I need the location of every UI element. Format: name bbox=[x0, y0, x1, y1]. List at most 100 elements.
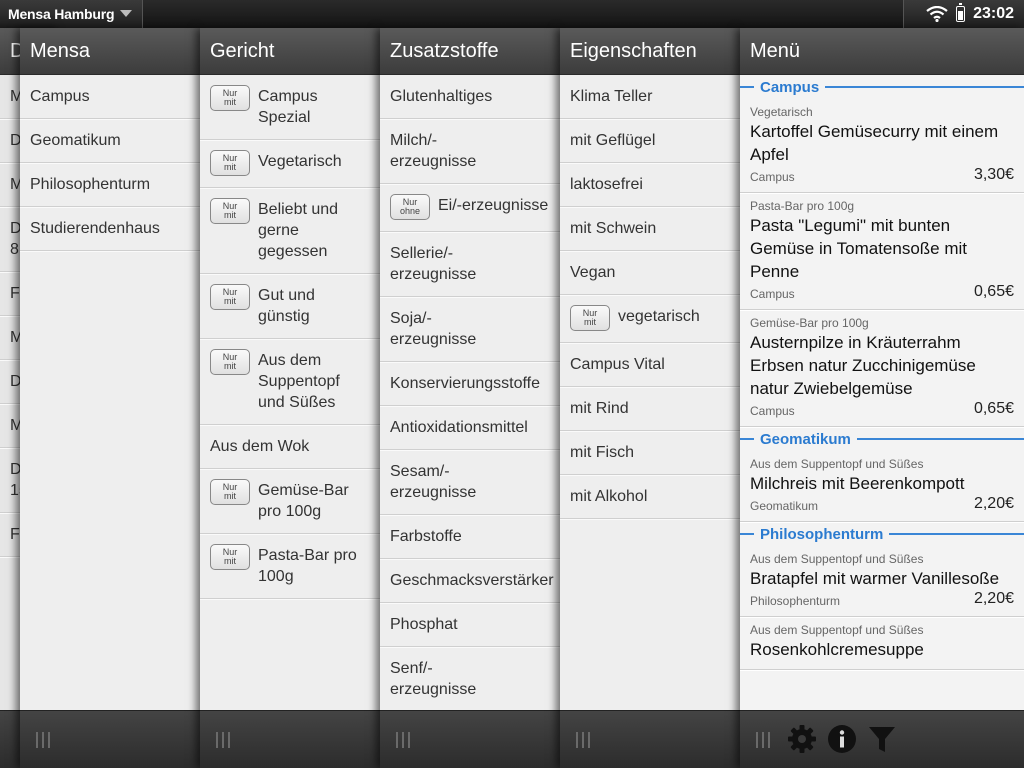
zusatzstoffe-item[interactable]: Sesam/- erzeugnisse bbox=[380, 450, 560, 515]
dish-item[interactable]: Aus dem Suppentopf und Süßes Milchreis mi… bbox=[740, 451, 1024, 522]
filter-badge[interactable]: Nur mit bbox=[570, 305, 610, 331]
zusatzstoffe-title: Zusatzstoffe bbox=[390, 39, 499, 62]
filter-badge[interactable]: Nur mit bbox=[210, 85, 250, 111]
eigenschaften-item-label: mit Fisch bbox=[570, 444, 634, 461]
badge-line: mit bbox=[224, 361, 236, 371]
drag-grip-icon[interactable] bbox=[396, 732, 414, 748]
system-status[interactable]: 23:02 bbox=[903, 0, 1024, 28]
gericht-item[interactable]: Nur mit Pasta-Bar pro 100g bbox=[200, 534, 380, 599]
eigenschaften-item-label: laktosefrei bbox=[570, 176, 643, 193]
eigenschaften-item[interactable]: Vegan bbox=[560, 251, 740, 295]
zusatzstoffe-item[interactable]: Geschmacksverstärker bbox=[380, 559, 560, 603]
eigenschaften-item[interactable]: mit Schwein bbox=[560, 207, 740, 251]
eigenschaften-item[interactable]: Klima Teller bbox=[560, 75, 740, 119]
gericht-list: Nur mit Campus Spezial Nur mit Vegetarisch Nur… bbox=[200, 75, 380, 599]
section-header: Geomatikum bbox=[740, 427, 1024, 451]
dish-mensa: Philosophenturm bbox=[750, 594, 841, 608]
dish-category: Gemüse-Bar pro 100g bbox=[750, 316, 869, 330]
zusatzstoffe-item-label: Milch/- erzeugnisse bbox=[390, 132, 477, 170]
mensa-item[interactable]: Campus bbox=[20, 75, 200, 119]
gericht-item[interactable]: Nur mit Gemüse-Bar pro 100g bbox=[200, 469, 380, 534]
filter-badge[interactable]: Nur mit bbox=[210, 349, 250, 375]
filter-badge[interactable]: Nur mit bbox=[210, 479, 250, 505]
drag-grip-icon[interactable] bbox=[576, 732, 594, 748]
zusatzstoffe-item[interactable]: Glutenhaltiges bbox=[380, 75, 560, 119]
app-menu[interactable]: Mensa Hamburg bbox=[0, 0, 143, 28]
chevron-down-icon bbox=[120, 10, 132, 17]
zusatzstoffe-item-label: Soja/- erzeugnisse bbox=[390, 310, 477, 348]
badge-line: ohne bbox=[399, 206, 421, 216]
zusatzstoffe-item-label: Sellerie/- erzeugnisse bbox=[390, 245, 477, 283]
gericht-item[interactable]: Aus dem Wok bbox=[200, 425, 380, 469]
gericht-item[interactable]: Nur mit Aus dem Suppentopf und Süßes bbox=[200, 339, 380, 425]
eigenschaften-item[interactable]: Nur mit vegetarisch bbox=[560, 295, 740, 343]
dish-item[interactable]: Vegetarisch Kartoffel Gemüsecurry mit ein… bbox=[740, 99, 1024, 193]
dish-meta: Campus 0,65€ bbox=[750, 400, 1014, 418]
eigenschaften-header: Eigenschaften bbox=[560, 28, 740, 75]
drag-grip-icon[interactable] bbox=[216, 732, 234, 748]
dish-name: Milchreis mit Beerenkompott bbox=[750, 474, 965, 493]
dish-item[interactable]: Aus dem Suppentopf und Süßes Bratapfel mi… bbox=[740, 546, 1024, 617]
filter-badge[interactable]: Nur mit bbox=[210, 544, 250, 570]
zusatzstoffe-item[interactable]: Antioxidationsmittel bbox=[380, 406, 560, 450]
dish-name: Kartoffel Gemüsecurry mit einem Apfel bbox=[750, 122, 999, 164]
mensa-item[interactable]: Geomatikum bbox=[20, 119, 200, 163]
zusatzstoffe-item[interactable]: Senf/- erzeugnisse bbox=[380, 647, 560, 712]
gericht-item[interactable]: Nur mit Beliebt und gerne gegessen bbox=[200, 188, 380, 274]
gericht-item[interactable]: Nur mit Gut und günstig bbox=[200, 274, 380, 339]
eigenschaften-item[interactable]: mit Fisch bbox=[560, 431, 740, 475]
zusatzstoffe-item[interactable]: Milch/- erzeugnisse bbox=[380, 119, 560, 184]
mensa-header: Mensa bbox=[20, 28, 200, 75]
filter-badge[interactable]: Nur mit bbox=[210, 198, 250, 224]
drag-grip-icon[interactable] bbox=[756, 732, 774, 748]
zusatzstoffe-item[interactable]: Phosphat bbox=[380, 603, 560, 647]
eigenschaften-panel: Eigenschaften Klima Teller mit Geflügel la… bbox=[560, 28, 740, 768]
mensa-item-label: Studierendenhaus bbox=[30, 220, 160, 237]
menu-list[interactable]: Campus Vegetarisch Kartoffel Gemüsecurry m… bbox=[740, 75, 1024, 711]
zusatzstoffe-item-label: Glutenhaltiges bbox=[390, 88, 493, 105]
dish-meta: Campus 3,30€ bbox=[750, 166, 1014, 184]
dish-item[interactable]: Pasta-Bar pro 100g Pasta "Legumi" mit bun… bbox=[740, 193, 1024, 310]
dish-price: 0,65€ bbox=[973, 283, 1014, 300]
dish-mensa: Geomatikum bbox=[750, 499, 819, 513]
mensa-item[interactable]: Philosophenturm bbox=[20, 163, 200, 207]
eigenschaften-item[interactable]: mit Rind bbox=[560, 387, 740, 431]
mensa-list: Campus Geomatikum Philosophenturm Studieren… bbox=[20, 75, 200, 251]
filter-badge[interactable]: Nur ohne bbox=[390, 194, 430, 220]
dish-item[interactable]: Gemüse-Bar pro 100g Austernpilze in Kräut… bbox=[740, 310, 1024, 427]
zusatzstoffe-item[interactable]: Nur ohne Ei/-erzeugnisse bbox=[380, 184, 560, 232]
zusatzstoffe-item[interactable]: Sellerie/- erzeugnisse bbox=[380, 232, 560, 297]
badge-line: mit bbox=[224, 556, 236, 566]
eigenschaften-item[interactable]: Campus Vital bbox=[560, 343, 740, 387]
filter-badge[interactable]: Nur mit bbox=[210, 150, 250, 176]
mensa-item-label: Geomatikum bbox=[30, 132, 121, 149]
zusatzstoffe-panel: Zusatzstoffe Glutenhaltiges Milch/- erzeu… bbox=[380, 28, 560, 768]
gericht-item[interactable]: Nur mit Campus Spezial bbox=[200, 75, 380, 140]
badge-line: mit bbox=[224, 210, 236, 220]
badge-line: mit bbox=[224, 491, 236, 501]
eigenschaften-list: Klima Teller mit Geflügel laktosefrei mit S… bbox=[560, 75, 740, 519]
filter-badge[interactable]: Nur mit bbox=[210, 284, 250, 310]
zusatzstoffe-item[interactable]: Soja/- erzeugnisse bbox=[380, 297, 560, 362]
zusatzstoffe-item[interactable]: Konservierungsstoffe bbox=[380, 362, 560, 406]
zusatzstoffe-item[interactable]: Farbstoffe bbox=[380, 515, 560, 559]
dish-meta: Philosophenturm 2,20€ bbox=[750, 590, 1014, 608]
zusatzstoffe-item-label: Phosphat bbox=[390, 616, 458, 633]
eigenschaften-item[interactable]: mit Geflügel bbox=[560, 119, 740, 163]
zusatzstoffe-item-label: Senf/- erzeugnisse bbox=[390, 660, 477, 698]
filter-icon[interactable] bbox=[866, 723, 898, 755]
mensa-panel: Mensa Campus Geomatikum Philosophenturm Stu… bbox=[20, 28, 200, 768]
dish-mensa: Campus bbox=[750, 170, 795, 184]
info-icon[interactable] bbox=[826, 723, 858, 755]
gericht-item[interactable]: Nur mit Vegetarisch bbox=[200, 140, 380, 188]
mensa-item[interactable]: Studierendenhaus bbox=[20, 207, 200, 251]
eigenschaften-item[interactable]: mit Alkohol bbox=[560, 475, 740, 519]
drag-grip-icon[interactable] bbox=[36, 732, 54, 748]
dish-name: Austernpilze in Kräuterrahm Erbsen natur… bbox=[750, 333, 976, 398]
gear-icon[interactable] bbox=[786, 723, 818, 755]
eigenschaften-footer bbox=[560, 710, 740, 768]
gericht-item-label: Pasta-Bar pro 100g bbox=[258, 547, 357, 585]
dish-item[interactable]: Aus dem Suppentopf und Süßes Rosenkohlcre… bbox=[740, 617, 1024, 670]
dish-category: Aus dem Suppentopf und Süßes bbox=[750, 552, 924, 566]
eigenschaften-item[interactable]: laktosefrei bbox=[560, 163, 740, 207]
